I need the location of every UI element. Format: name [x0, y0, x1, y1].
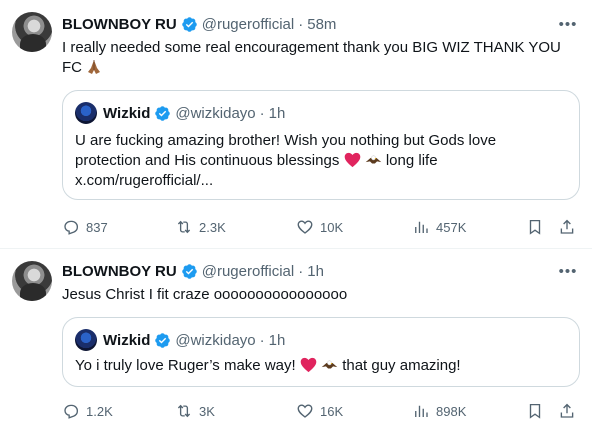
reply-count: 837 — [86, 219, 108, 235]
tweet-text-content: I really needed some real encouragement … — [62, 39, 561, 76]
quoted-handle: @wizkidayo — [175, 331, 256, 349]
eagle-emoji-icon — [365, 155, 381, 164]
quoted-text-line: U are fucking amazing brother! Wish you … — [75, 132, 497, 149]
repost-icon — [177, 220, 191, 234]
repost-count: 3K — [199, 403, 215, 419]
quoted-text-fragment: protection and His continuous blessings — [75, 152, 340, 169]
share-icon — [560, 219, 574, 234]
reply-count: 1.2K — [86, 403, 113, 419]
tweet-header: BLOWNBOY RU @rugerofficial · 58m — [62, 14, 336, 34]
quoted-tweet-text: U are fucking amazing brother! Wish you … — [75, 131, 569, 191]
quoted-tweet[interactable]: Wizkid @wizkidayo · 1h U are fucking ama… — [62, 90, 580, 200]
separator-dot: · — [298, 15, 304, 33]
heart-icon — [297, 404, 313, 418]
like-button[interactable]: 10K — [296, 217, 343, 237]
share-icon — [560, 403, 574, 418]
views-button[interactable]: 898K — [412, 401, 466, 421]
tweet-actions: 837 2.3K 10K 457K — [62, 217, 580, 237]
quoted-avatar — [75, 329, 97, 351]
quoted-link[interactable]: x.com/rugerofficial/... — [75, 171, 569, 191]
timestamp[interactable]: 58m — [307, 16, 336, 33]
quoted-handle: @wizkidayo — [175, 104, 256, 122]
like-count: 16K — [320, 403, 344, 419]
more-options-icon[interactable]: ••• — [558, 14, 578, 34]
tweet-actions: 1.2K 3K 16K 898K — [62, 401, 580, 421]
avatar[interactable] — [12, 261, 52, 301]
quoted-tweet-header: Wizkid @wizkidayo · 1h — [75, 329, 286, 351]
reply-icon — [64, 404, 79, 419]
praying-hands-emoji-icon — [88, 60, 101, 74]
repost-count: 2.3K — [199, 219, 226, 235]
bookmark-button[interactable] — [526, 401, 544, 421]
tweet-text: I really needed some real encouragement … — [62, 38, 582, 78]
timestamp[interactable]: 1h — [307, 263, 324, 280]
share-button[interactable] — [558, 217, 576, 237]
verified-badge-icon — [181, 16, 197, 32]
view-count: 457K — [436, 219, 467, 235]
quoted-text-fragment: that guy amazing! — [342, 357, 461, 374]
bookmark-icon — [529, 219, 541, 235]
quoted-timestamp: 1h — [268, 104, 286, 122]
repost-button[interactable]: 2.3K — [175, 217, 226, 237]
repost-button[interactable]: 3K — [175, 401, 215, 421]
eagle-emoji-icon — [321, 360, 338, 369]
like-button[interactable]: 16K — [296, 401, 343, 421]
verified-badge-icon — [181, 263, 197, 279]
red-heart-emoji-icon — [344, 152, 360, 168]
quoted-display-name: Wizkid — [103, 104, 151, 122]
user-handle[interactable]: @rugerofficial — [202, 16, 295, 33]
display-name[interactable]: BLOWNBOY RU — [62, 263, 177, 280]
reply-button[interactable]: 1.2K — [62, 401, 113, 421]
quoted-tweet-header: Wizkid @wizkidayo · 1h — [75, 102, 286, 124]
verified-badge-icon — [155, 105, 171, 121]
display-name[interactable]: BLOWNBOY RU — [62, 16, 177, 33]
share-button[interactable] — [558, 401, 576, 421]
quoted-text-fragment: long life — [385, 152, 438, 169]
like-count: 10K — [320, 219, 344, 235]
separator-dot: · — [259, 104, 265, 122]
verified-badge-icon — [155, 332, 171, 348]
quoted-tweet[interactable]: Wizkid @wizkidayo · 1h Yo i truly love R… — [62, 317, 580, 387]
avatar[interactable] — [12, 12, 52, 52]
quoted-text-line: protection and His continuous blessings … — [75, 151, 569, 171]
quoted-avatar — [75, 102, 97, 124]
tweet-2[interactable]: BLOWNBOY RU @rugerofficial · 1h ••• Jesu… — [0, 249, 592, 434]
quoted-display-name: Wizkid — [103, 331, 151, 349]
quoted-timestamp: 1h — [268, 331, 286, 349]
tweet-1[interactable]: BLOWNBOY RU @rugerofficial · 58m ••• I r… — [0, 0, 592, 246]
reply-icon — [64, 220, 79, 235]
views-button[interactable]: 457K — [412, 217, 466, 237]
more-options-icon[interactable]: ••• — [558, 261, 578, 281]
user-handle[interactable]: @rugerofficial — [202, 263, 295, 280]
red-heart-emoji-icon — [300, 357, 317, 373]
bookmark-button[interactable] — [526, 217, 544, 237]
separator-dot: · — [298, 262, 304, 280]
tweet-header: BLOWNBOY RU @rugerofficial · 1h — [62, 261, 324, 281]
quoted-tweet-text: Yo i truly love Ruger’s make way! that g… — [75, 356, 569, 376]
repost-icon — [177, 404, 191, 418]
separator-dot: · — [259, 331, 265, 349]
bookmark-icon — [529, 403, 541, 419]
view-count: 898K — [436, 403, 467, 419]
views-chart-icon — [415, 221, 428, 233]
quoted-text-fragment: Yo i truly love Ruger’s make way! — [75, 357, 296, 374]
views-chart-icon — [415, 405, 428, 417]
tweet-text: Jesus Christ I fit craze ooooooooooooooo… — [62, 286, 348, 303]
heart-icon — [297, 220, 313, 234]
reply-button[interactable]: 837 — [62, 217, 108, 237]
